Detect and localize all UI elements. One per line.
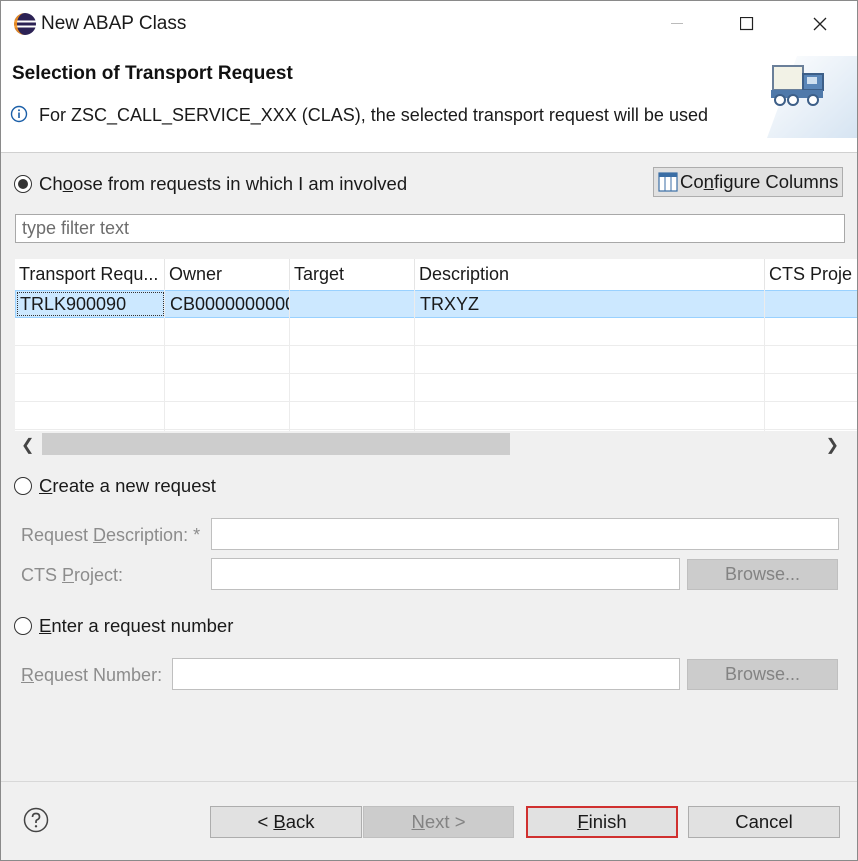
table-row-empty [15,374,857,402]
radio-create-label: Create a new request [39,475,216,496]
cell-target [291,291,415,317]
back-button[interactable]: < Back [210,806,362,838]
filter-input[interactable]: type filter text [15,214,845,243]
scroll-right-arrow-icon[interactable]: ❯ [826,435,839,455]
column-header-description[interactable]: Description [415,259,765,289]
cancel-button[interactable]: Cancel [688,806,840,838]
info-message: For ZSC_CALL_SERVICE_XXX (CLAS), the sel… [39,105,708,125]
column-header-transport-request[interactable]: Transport Requ... [15,259,165,289]
close-button[interactable] [784,1,856,46]
finish-button[interactable]: Finish [526,806,678,838]
radio-choose-label: Choose from requests in which I am invol… [39,173,408,194]
radio-indicator [14,175,32,193]
cell-description: TRXYZ [420,293,480,314]
help-icon[interactable] [23,807,49,833]
minimize-button[interactable] [641,1,713,46]
minimize-icon [671,22,683,24]
cell-transport-request: TRLK900090 [16,291,165,317]
radio-indicator [14,477,32,495]
configure-columns-label: Configure Columns [680,171,839,192]
eclipse-app-icon [14,13,36,35]
cts-browse-button[interactable]: Browse... [687,559,838,590]
window-title: New ABAP Class [41,13,187,34]
table-row-empty [15,346,857,374]
table-row[interactable]: TRLK900090 CB0000000000... TRXYZ [15,290,857,318]
radio-enter-request-number[interactable]: Enter a request number [14,615,233,637]
horizontal-scrollbar[interactable]: ❮ ❯ [15,431,857,457]
request-description-field[interactable] [211,518,839,550]
info-icon [10,105,28,123]
next-label: Next > [411,811,466,832]
transport-requests-table[interactable]: Transport Requ... Owner Target Descripti… [15,259,857,431]
column-header-owner[interactable]: Owner [165,259,290,289]
close-icon [813,17,827,30]
radio-choose-from-requests[interactable]: Choose from requests in which I am invol… [14,173,407,195]
scroll-left-arrow-icon[interactable]: ❮ [21,435,34,455]
columns-icon [658,172,678,192]
column-divider [289,289,290,431]
column-header-cts-project[interactable]: CTS Proje [765,259,857,289]
table-header: Transport Requ... Owner Target Descripti… [15,259,857,289]
next-button[interactable]: Next > [363,806,514,838]
table-row-empty [15,402,857,430]
wizard-header: Selection of Transport Request For ZSC_C… [1,46,857,153]
back-label: < Back [257,811,315,832]
request-description-label: Request Description: * [21,525,201,545]
maximize-icon [740,16,754,30]
column-divider [164,289,165,431]
filter-placeholder: type filter text [22,218,130,238]
radio-create-new-request[interactable]: Create a new request [14,475,216,497]
title-bar: New ABAP Class [1,1,857,46]
table-row-empty [15,318,857,346]
radio-indicator [14,617,32,635]
configure-columns-button[interactable]: Configure Columns [653,167,843,197]
radio-enter-label: Enter a request number [39,615,234,636]
cts-project-label: CTS Project: [21,565,124,585]
cell-cts-project [766,291,857,317]
request-number-field[interactable] [172,658,680,690]
cts-project-field[interactable] [211,558,680,590]
request-number-browse-button[interactable]: Browse... [687,659,838,690]
column-header-target[interactable]: Target [290,259,415,289]
cell-owner: CB0000000000... [170,293,290,314]
footer-separator [1,781,857,782]
dialog-window: New ABAP Class Selection of Transport Re… [0,0,858,861]
page-title: Selection of Transport Request [12,63,293,84]
transport-truck-icon [767,56,857,138]
maximize-button[interactable] [711,1,783,46]
scrollbar-thumb[interactable] [42,433,510,455]
column-divider [414,289,415,431]
finish-label: Finish [577,811,627,832]
request-number-label: Request Number: [21,665,163,685]
column-divider [764,289,765,431]
